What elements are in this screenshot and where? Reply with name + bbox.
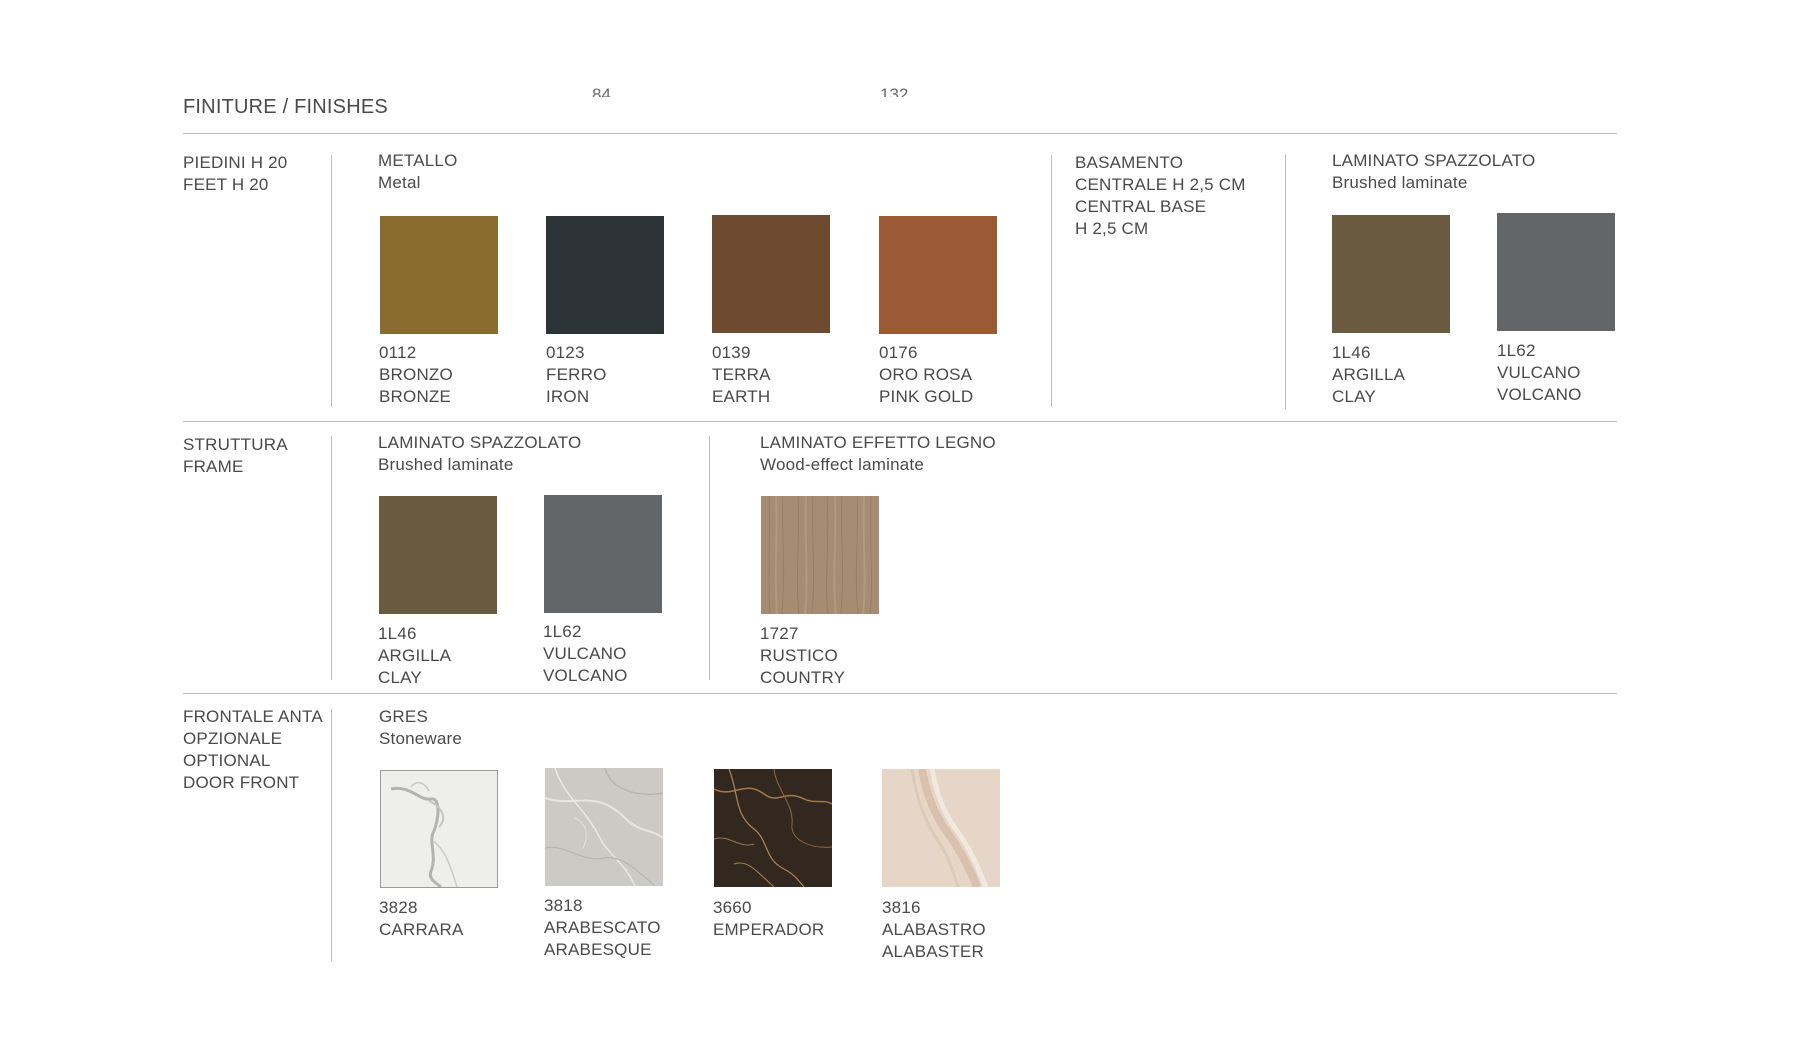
door-row-label: FRONTALE ANTA OPZIONALE OPTIONAL DOOR FR… (183, 707, 323, 792)
swatch-label-emperador: 3660 EMPERADOR (713, 898, 825, 939)
wood-grain-texture (768, 496, 873, 614)
swatch-ferro[interactable] (546, 216, 664, 334)
swatch-oro-rosa[interactable] (879, 216, 997, 334)
swatch-frame-argilla[interactable] (379, 496, 497, 614)
swatch-terra[interactable] (712, 215, 830, 333)
divider-feet-laminate (1285, 155, 1286, 409)
central-base-heading: BASAMENTO CENTRALE H 2,5 CM CENTRAL BASE… (1075, 153, 1246, 238)
frame-row-label: STRUTTURA FRAME (183, 435, 288, 476)
swatch-arabescato[interactable] (545, 768, 663, 886)
page-title: FINITURE / FINISHES (183, 96, 388, 118)
swatch-label-rustico: 1727 RUSTICO COUNTRY (760, 624, 846, 687)
swatch-frame-vulcano[interactable] (544, 495, 662, 613)
swatch-label-carrara: 3828 CARRARA (379, 898, 464, 939)
swatch-label-ferro: 0123 FERRO IRON (546, 343, 607, 406)
swatch-alabastro[interactable] (882, 769, 1000, 887)
divider-top (183, 133, 1617, 134)
feet-laminate-heading: LAMINATO SPAZZOLATO Brushed laminate (1332, 151, 1536, 192)
divider-door-label (331, 709, 332, 961)
stoneware-heading: GRES Stoneware (379, 707, 463, 748)
swatch-emperador[interactable] (714, 769, 832, 887)
swatch-feet-argilla[interactable] (1332, 215, 1450, 333)
divider-feet-label (331, 155, 332, 407)
swatch-label-feet-vulcano: 1L62 VULCANO VOLCANO (1497, 341, 1582, 404)
swatch-label-feet-argilla: 1L46 ARGILLA CLAY (1332, 343, 1406, 406)
emperador-marble-texture (714, 769, 832, 887)
feet-row-label: PIEDINI H 20 FEET H 20 (183, 153, 288, 194)
swatch-label-terra: 0139 TERRA EARTH (712, 343, 771, 406)
divider-feet-base (1051, 155, 1052, 407)
swatch-bronzo[interactable] (380, 216, 498, 334)
swatch-carrara[interactable] (380, 770, 498, 888)
divider-frame-wood (709, 436, 710, 680)
swatch-rustico[interactable] (761, 496, 879, 614)
swatch-label-frame-argilla: 1L46 ARGILLA CLAY (378, 624, 452, 687)
frame-laminate-heading: LAMINATO SPAZZOLATO Brushed laminate (378, 433, 582, 474)
alabaster-texture (910, 769, 989, 887)
swatch-label-arabescato: 3818 ARABESCATO ARABESQUE (544, 896, 661, 959)
divider-feet-frame (183, 421, 1617, 422)
carrara-marble-texture (390, 781, 458, 887)
swatch-label-frame-vulcano: 1L62 VULCANO VOLCANO (543, 622, 628, 685)
swatch-label-oro-rosa: 0176 ORO ROSA PINK GOLD (879, 343, 974, 406)
divider-frame-label (331, 436, 332, 680)
swatch-label-alabastro: 3816 ALABASTRO ALABASTER (882, 898, 986, 961)
metal-heading: METALLO Metal (378, 151, 458, 192)
divider-frame-door (183, 693, 1617, 694)
cut-fragment-left: 84 (592, 88, 611, 97)
cut-fragment-right: 132 (880, 88, 908, 97)
swatch-feet-vulcano[interactable] (1497, 213, 1615, 331)
wood-laminate-heading: LAMINATO EFFETTO LEGNO Wood-effect lamin… (760, 433, 996, 474)
arabesque-marble-texture (545, 768, 663, 886)
swatch-label-bronzo: 0112 BRONZO BRONZE (379, 343, 453, 406)
